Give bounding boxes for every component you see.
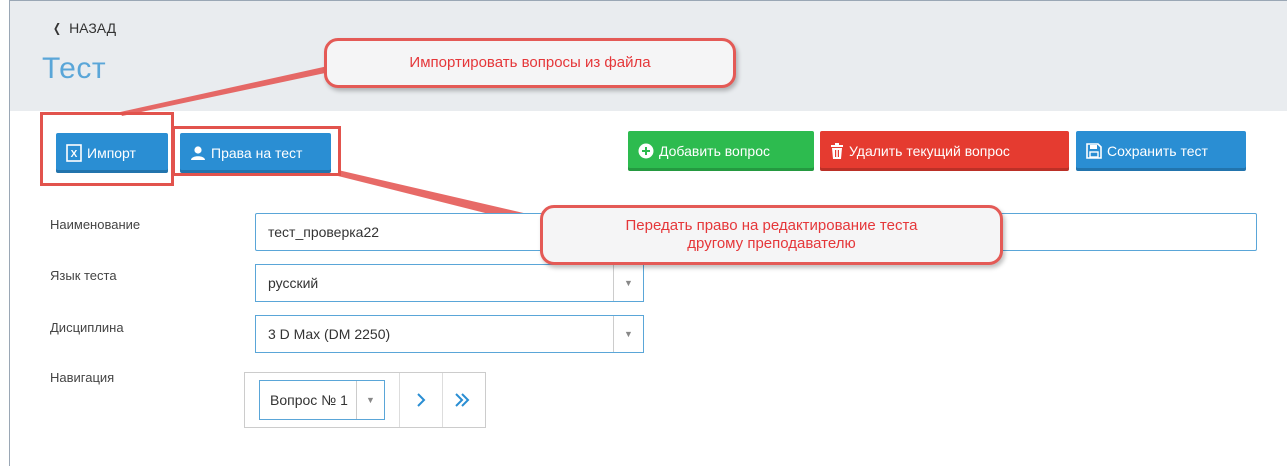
language-select[interactable]: русский ▼: [255, 264, 644, 302]
import-callout: Импортировать вопросы из файла: [324, 38, 736, 88]
page-title: Тест: [42, 52, 107, 85]
chevron-down-icon: ▼: [613, 316, 643, 352]
name-label: Наименование: [50, 217, 141, 232]
chevron-right-icon: [417, 393, 426, 407]
add-question-button[interactable]: Добавить вопрос: [628, 131, 814, 171]
rights-callout-line2: другому преподавателю: [687, 235, 856, 252]
nav-divider: [399, 373, 400, 427]
plus-circle-icon: [638, 143, 654, 159]
nav-divider: [442, 373, 443, 427]
discipline-value: 3 D Max (DM 2250): [268, 326, 391, 342]
delete-question-label: Удалить текущий вопрос: [849, 143, 1010, 159]
save-test-label: Сохранить тест: [1107, 143, 1208, 159]
navigation-label: Навигация: [50, 370, 115, 385]
back-link[interactable]: ❮ НАЗАД: [52, 20, 116, 36]
question-select-value: Вопрос № 1: [270, 392, 348, 408]
test-name-value: тест_проверка22: [268, 224, 380, 240]
save-test-button[interactable]: Сохранить тест: [1076, 131, 1246, 171]
rights-highlight-box: [172, 126, 341, 176]
language-label: Язык теста: [50, 268, 117, 283]
question-select[interactable]: Вопрос № 1 ▼: [259, 380, 385, 420]
delete-question-button[interactable]: Удалить текущий вопрос: [820, 131, 1069, 171]
trash-icon: [830, 143, 844, 159]
rights-callout-line1: Передать право на редактирование теста: [625, 217, 918, 234]
back-label: НАЗАД: [69, 20, 117, 36]
next-question-button[interactable]: [409, 387, 433, 413]
discipline-label: Дисциплина: [50, 320, 124, 335]
add-question-label: Добавить вопрос: [659, 143, 770, 159]
import-callout-text: Импортировать вопросы из файла: [409, 54, 651, 71]
chevron-left-icon: ❮: [53, 21, 62, 35]
chevron-down-icon: ▼: [613, 265, 643, 301]
language-value: русский: [268, 275, 319, 291]
double-chevron-right-icon: [455, 393, 470, 407]
import-highlight-box: [40, 112, 174, 186]
discipline-select[interactable]: 3 D Max (DM 2250) ▼: [255, 315, 644, 353]
rights-callout: Передать право на редактирование теста д…: [540, 205, 1003, 265]
floppy-disk-icon: [1086, 143, 1102, 159]
question-navigation: Вопрос № 1 ▼: [244, 372, 486, 428]
last-question-button[interactable]: [450, 387, 474, 413]
chevron-down-icon: ▼: [356, 381, 384, 419]
